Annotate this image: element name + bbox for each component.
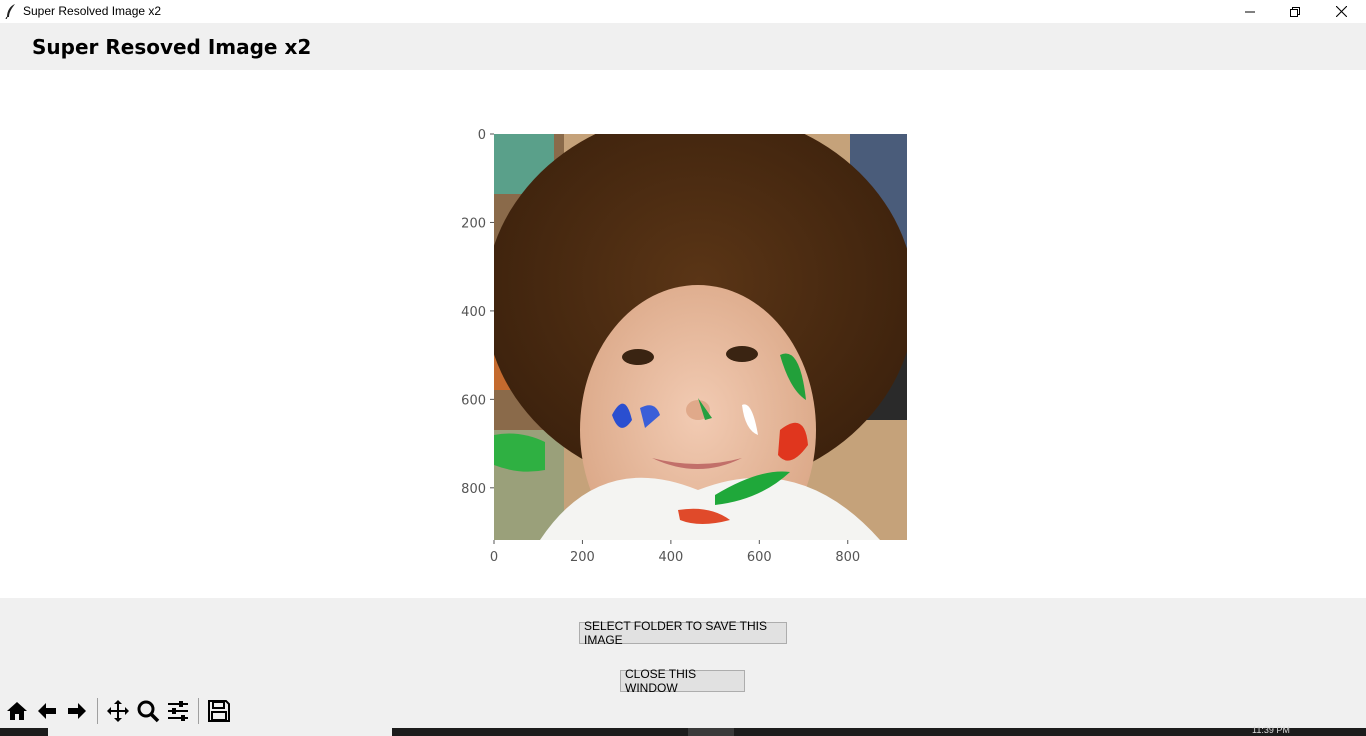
figure-canvas[interactable]: 0 200 400 600 800 0 200 400 600 800 bbox=[0, 70, 1366, 598]
pan-button[interactable] bbox=[104, 696, 132, 726]
x-tick-label: 600 bbox=[747, 550, 772, 565]
toolbar-separator bbox=[198, 698, 199, 724]
zoom-button[interactable] bbox=[134, 696, 162, 726]
select-folder-save-button[interactable]: SELECT FOLDER TO SAVE THIS IMAGE bbox=[579, 619, 787, 647]
y-tick-label: 600 bbox=[461, 393, 486, 408]
forward-icon bbox=[68, 703, 86, 719]
window-titlebar: Super Resolved Image x2 bbox=[0, 0, 1366, 23]
back-icon bbox=[38, 703, 56, 719]
close-icon bbox=[1335, 6, 1347, 17]
feather-icon bbox=[5, 4, 15, 19]
home-icon bbox=[7, 702, 27, 720]
minimize-button[interactable] bbox=[1227, 0, 1273, 23]
save-icon bbox=[208, 700, 230, 722]
pan-icon bbox=[107, 700, 129, 722]
taskbar-app-item[interactable] bbox=[688, 728, 734, 736]
navigation-toolbar bbox=[0, 696, 1366, 728]
x-tick-label: 400 bbox=[658, 550, 683, 565]
x-tick-label: 800 bbox=[835, 550, 860, 565]
y-tick-label: 200 bbox=[461, 216, 486, 231]
minimize-icon bbox=[1245, 11, 1255, 12]
back-button[interactable] bbox=[33, 696, 61, 726]
x-tick-label: 200 bbox=[570, 550, 595, 565]
page-title: Super Resoved Image x2 bbox=[32, 35, 312, 59]
toolbar-separator bbox=[97, 698, 98, 724]
forward-button[interactable] bbox=[63, 696, 91, 726]
configure-subplots-icon bbox=[168, 701, 188, 721]
restore-button[interactable] bbox=[1272, 0, 1318, 23]
home-button[interactable] bbox=[3, 696, 31, 726]
y-tick-label: 400 bbox=[461, 305, 486, 320]
y-tick-label: 0 bbox=[478, 128, 486, 143]
child-photo-image bbox=[494, 134, 907, 540]
header-bar: Super Resoved Image x2 bbox=[0, 23, 1366, 70]
configure-subplots-button[interactable] bbox=[164, 696, 192, 726]
os-taskbar: 11:39 PM bbox=[0, 725, 1366, 736]
image-plot: 0 200 400 600 800 0 200 400 600 800 bbox=[461, 128, 907, 565]
save-figure-button[interactable] bbox=[205, 696, 233, 726]
window-title: Super Resolved Image x2 bbox=[23, 4, 162, 18]
close-window-button[interactable]: CLOSE THIS WINDOW bbox=[620, 667, 745, 695]
taskbar-clock: 11:39 PM bbox=[1252, 725, 1290, 735]
taskbar-search-field[interactable] bbox=[48, 728, 392, 736]
close-window-button[interactable] bbox=[1318, 0, 1364, 23]
x-tick-label: 0 bbox=[490, 550, 498, 565]
zoom-icon bbox=[137, 700, 160, 723]
restore-icon bbox=[1290, 6, 1300, 17]
y-tick-label: 800 bbox=[461, 482, 486, 497]
